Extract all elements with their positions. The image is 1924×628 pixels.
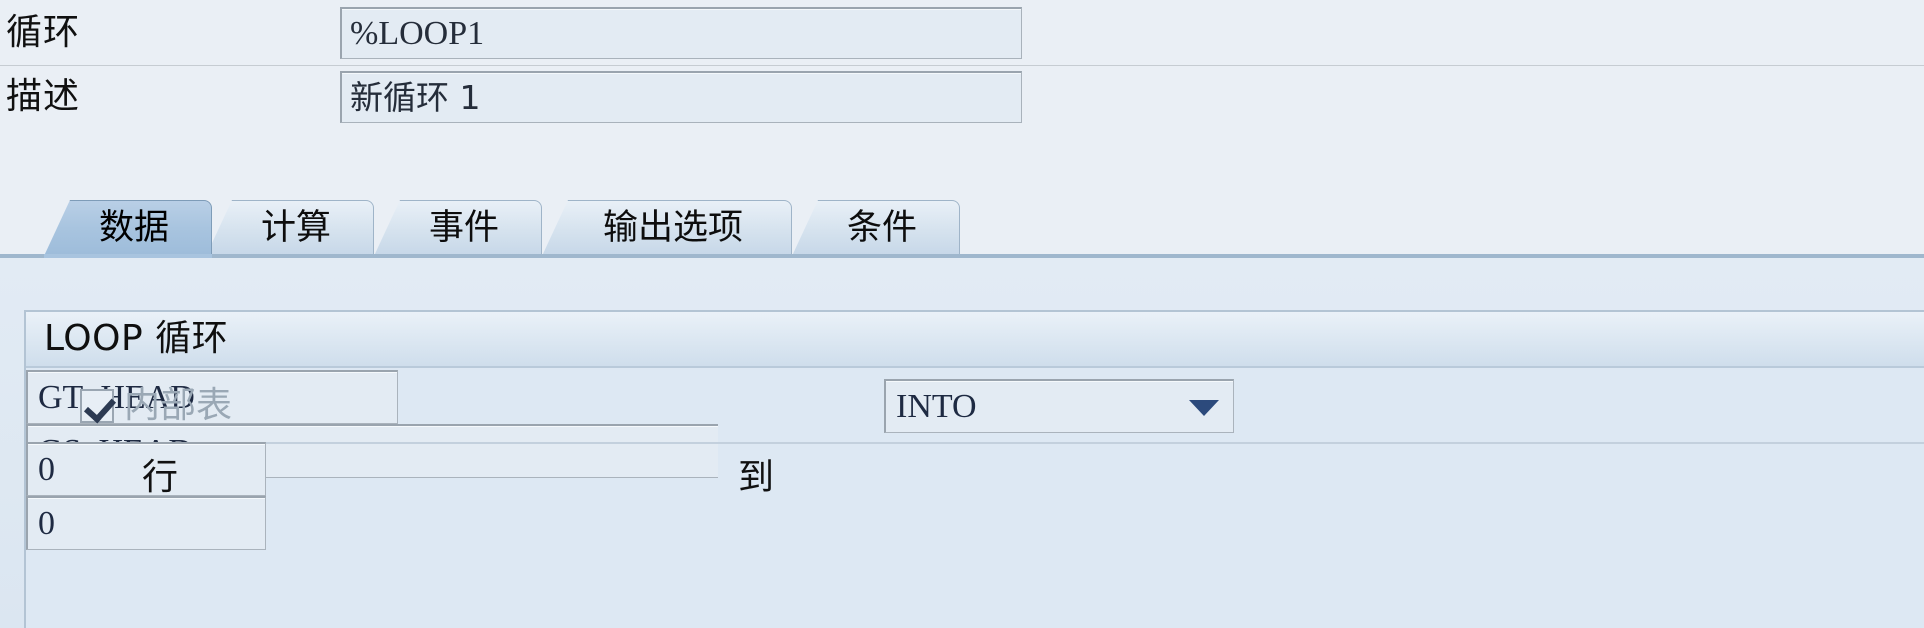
tab-data[interactable]: 数据	[44, 200, 212, 256]
description-label: 描述	[6, 76, 81, 117]
description-input[interactable]: 新循环 1	[340, 71, 1022, 123]
rows-label: 行	[142, 457, 179, 498]
loop-name-label: 循环	[6, 12, 81, 53]
rows-from-value: 0	[38, 450, 55, 488]
tab-content-data: LOOP 循环 内部表 GT_HEAD INTO 行 0 到 0	[0, 258, 1924, 628]
loop-group-body: 内部表 GT_HEAD INTO GS_HEAD 行	[26, 370, 1924, 628]
loop-group-title: LOOP 循环	[26, 312, 1924, 368]
form-row-loop: 循环 %LOOP1	[0, 2, 1924, 64]
chevron-down-icon[interactable]	[1189, 399, 1219, 416]
tab-data-label: 数据	[98, 208, 169, 248]
header-form: 循环 %LOOP1 描述 新循环 1	[0, 0, 1924, 130]
loop-group-panel: LOOP 循环 内部表 GT_HEAD INTO 行 0 到 0	[24, 310, 1924, 628]
rows-range-row: 行 0 到 0	[26, 442, 1924, 550]
rows-to-label: 到	[738, 457, 775, 498]
loop-mode-value: INTO	[896, 387, 977, 425]
tab-conditions-label: 条件	[846, 208, 917, 248]
internal-table-label: 内部表	[124, 385, 233, 426]
form-row-description: 描述 新循环 1	[0, 66, 1924, 128]
loop-mode-select[interactable]: INTO	[884, 379, 1234, 433]
tab-output-options[interactable]: 输出选项	[542, 200, 792, 256]
description-value: 新循环 1	[350, 78, 481, 117]
tab-events[interactable]: 事件	[374, 200, 542, 256]
tab-selected-indicator	[44, 254, 212, 258]
tab-calculation-label: 计算	[260, 208, 331, 248]
internal-table-checkbox[interactable]: 内部表	[80, 370, 232, 442]
loop-properties-screen: 循环 %LOOP1 描述 新循环 1 数据 计算 事件 输出选项 条件 LOOP…	[0, 0, 1924, 628]
internal-table-row: 内部表 GT_HEAD INTO GS_HEAD	[26, 370, 1924, 478]
loop-name-value: %LOOP1	[350, 14, 485, 52]
rows-to-value: 0	[38, 504, 55, 542]
loop-name-input[interactable]: %LOOP1	[340, 7, 1022, 59]
tab-events-label: 事件	[428, 208, 499, 248]
tab-output-options-label: 输出选项	[602, 208, 743, 248]
tab-strip: 数据 计算 事件 输出选项 条件	[0, 196, 1924, 258]
tab-conditions[interactable]: 条件	[792, 200, 960, 256]
check-icon	[80, 389, 114, 423]
tab-calculation[interactable]: 计算	[206, 200, 374, 256]
